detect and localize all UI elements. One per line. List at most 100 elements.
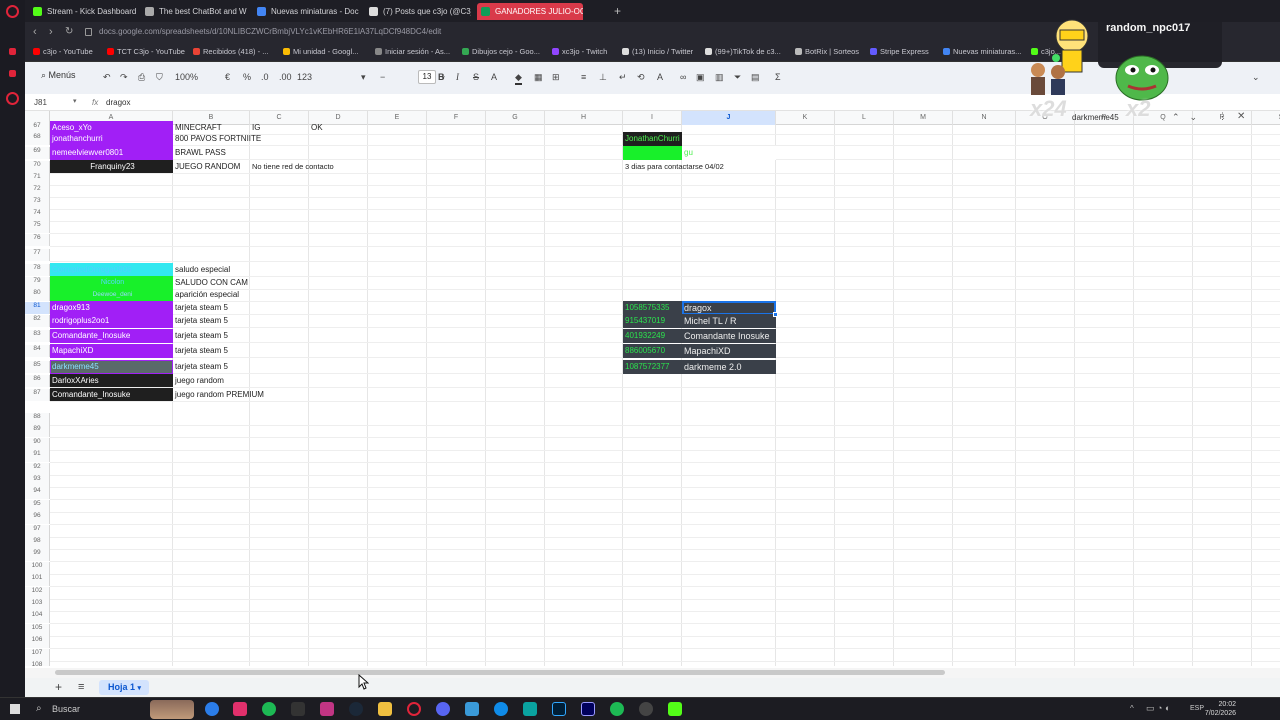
tab-kick-dashboard[interactable]: Stream - Kick Dashboard xyxy=(29,3,137,20)
name-box-dropdown-icon[interactable]: ▾ xyxy=(73,97,77,105)
taskbar-search[interactable]: Buscar xyxy=(52,704,80,714)
cell-a69[interactable]: nemeelviewver0801 xyxy=(50,146,173,160)
cell-a83[interactable]: Comandante_Inosuke xyxy=(50,329,173,343)
cell-b87[interactable]: juego random PREMIUM xyxy=(173,388,293,401)
tray-icons[interactable]: ▭ ◔ ◐ xyxy=(1146,703,1170,714)
column-header[interactable]: K xyxy=(776,111,835,125)
chart-icon[interactable]: ▥ xyxy=(715,72,724,83)
chrome-icon[interactable] xyxy=(205,702,219,716)
cell-c70[interactable]: No tiene red de contacto xyxy=(250,160,370,173)
instagram-icon[interactable] xyxy=(233,702,247,716)
spotify-icon[interactable] xyxy=(262,702,276,716)
cell-j84[interactable]: MapachiXD xyxy=(682,344,776,358)
column-header[interactable]: G xyxy=(486,111,545,125)
all-sheets-icon[interactable]: ≡ xyxy=(78,681,84,693)
font-size-decrease-icon[interactable]: − xyxy=(380,72,385,82)
horizontal-align-icon[interactable]: ≡ xyxy=(581,72,586,82)
cell-a70[interactable]: Franquiny23 xyxy=(50,160,173,173)
reload-icon[interactable]: ↻ xyxy=(65,26,73,37)
search-icon[interactable]: ⌕ xyxy=(36,703,42,714)
undo-icon[interactable]: ↶ xyxy=(103,72,111,83)
cell-a87[interactable]: Comandante_Inosuke xyxy=(50,388,173,401)
cell-i82[interactable]: 915437019 xyxy=(623,314,682,328)
cell-i68[interactable]: JonathanChurri xyxy=(623,132,682,146)
row-header[interactable]: 92 xyxy=(25,462,50,475)
row-header[interactable]: 74 xyxy=(25,209,50,221)
paint-format-icon[interactable]: ⛉ xyxy=(156,72,163,83)
row-header[interactable]: 98 xyxy=(25,537,50,549)
formula-input[interactable]: dragox xyxy=(106,98,130,107)
row-header[interactable]: 101 xyxy=(25,574,50,587)
row-header[interactable]: 99 xyxy=(25,549,50,562)
column-header[interactable]: S xyxy=(1252,111,1280,125)
row-header[interactable]: 94 xyxy=(25,487,50,500)
borders-icon[interactable]: ▦ xyxy=(534,72,543,83)
row-header[interactable]: 82 xyxy=(25,315,50,327)
bookmark-item[interactable]: TCT C3jo - YouTube xyxy=(107,47,185,56)
column-header[interactable]: E xyxy=(368,111,427,125)
row-header[interactable]: 76 xyxy=(25,234,50,246)
row-header[interactable]: 73 xyxy=(25,197,50,209)
cell-a85[interactable]: darkmeme45 xyxy=(50,360,173,374)
cell-i84[interactable]: 886005670 xyxy=(623,344,682,358)
add-sheet-icon[interactable]: + xyxy=(55,680,62,694)
row-header[interactable]: 107 xyxy=(25,648,50,661)
cell-b83[interactable]: tarjeta steam 5 xyxy=(173,329,250,343)
cell-a78[interactable]: CorruptedOmega0906 xyxy=(50,263,173,276)
spreadsheet-grid[interactable]: ABCDEFGHIJKLMNOPQRS 67686970717273747576… xyxy=(25,111,1280,666)
sidebar-shortcut-icon[interactable] xyxy=(9,70,16,77)
collapse-toolbar-icon[interactable]: ⌄ xyxy=(1252,72,1260,83)
cell-a68[interactable]: jonathanchurri xyxy=(50,132,173,146)
column-header[interactable]: N xyxy=(953,111,1016,125)
cell-i85[interactable]: 1087572377 xyxy=(623,360,682,374)
vertical-align-icon[interactable]: ⊥ xyxy=(599,72,607,83)
cell-a80[interactable]: Deewoe_deni xyxy=(50,288,173,301)
menus-button[interactable]: ⌕ Menús xyxy=(41,70,76,81)
close-icon[interactable]: ✕ xyxy=(1237,111,1245,122)
italic-icon[interactable]: I xyxy=(456,72,459,82)
cell-b69[interactable]: BRAWL PASS xyxy=(173,146,250,160)
row-header[interactable]: 75 xyxy=(25,221,50,233)
back-icon[interactable]: ‹ xyxy=(33,26,37,38)
comment-icon[interactable]: ▣ xyxy=(696,72,705,83)
functions-icon[interactable]: Σ xyxy=(775,72,781,82)
windows-start-icon[interactable] xyxy=(10,704,20,714)
column-header[interactable]: L xyxy=(835,111,894,125)
epic-games-icon[interactable] xyxy=(291,702,305,716)
kick-icon[interactable] xyxy=(668,702,682,716)
row-header[interactable]: 72 xyxy=(25,185,50,197)
more-formats-button[interactable]: 123 xyxy=(297,72,312,82)
row-header[interactable]: 108 xyxy=(25,661,50,666)
cell-j85[interactable]: darkmeme 2.0 xyxy=(682,360,776,374)
sidebar-messenger-icon[interactable] xyxy=(6,92,19,105)
tab-docs[interactable]: Nuevas miniaturas - Docu xyxy=(253,3,359,20)
cell-b81[interactable]: tarjeta steam 5 xyxy=(173,301,250,315)
row-header[interactable]: 88 xyxy=(25,413,50,425)
row-header[interactable]: 89 xyxy=(25,425,50,438)
cell-b78[interactable]: saludo especial xyxy=(173,263,250,276)
row-header[interactable]: 70 xyxy=(25,161,50,173)
zoom-select[interactable]: 100% xyxy=(175,72,198,82)
cell-a82[interactable]: rodrigoplus2oo1 xyxy=(50,314,173,328)
cell-b82[interactable]: tarjeta steam 5 xyxy=(173,314,250,328)
tray-chevron-icon[interactable]: ^ xyxy=(1130,704,1134,713)
cell-a84[interactable]: MapachiXD xyxy=(50,344,173,358)
highlighted-cell[interactable] xyxy=(623,146,682,160)
horizontal-scrollbar[interactable] xyxy=(25,668,1280,678)
more-options-icon[interactable]: ⋮ xyxy=(1218,111,1227,122)
row-header[interactable]: 80 xyxy=(25,289,50,301)
discord-icon[interactable] xyxy=(436,702,450,716)
steam-icon[interactable] xyxy=(349,702,363,716)
tab-ganadores[interactable]: GANADORES JULIO-OCT xyxy=(477,3,583,20)
xbox-icon[interactable] xyxy=(610,702,624,716)
cell-b84[interactable]: tarjeta steam 5 xyxy=(173,344,250,358)
cell-b80[interactable]: aparición especial xyxy=(173,288,250,301)
cell-j69[interactable]: gu xyxy=(682,146,776,160)
tab-chatbot[interactable]: The best ChatBot and Wi xyxy=(141,3,247,20)
row-header[interactable]: 83 xyxy=(25,330,50,342)
merge-cells-icon[interactable]: ⊞ xyxy=(552,72,560,83)
row-header[interactable]: 71 xyxy=(25,173,50,185)
language-indicator[interactable]: ESP xyxy=(1190,705,1204,712)
cell-a81[interactable]: dragox913 xyxy=(50,301,173,315)
text-color-icon[interactable]: A xyxy=(491,72,497,82)
